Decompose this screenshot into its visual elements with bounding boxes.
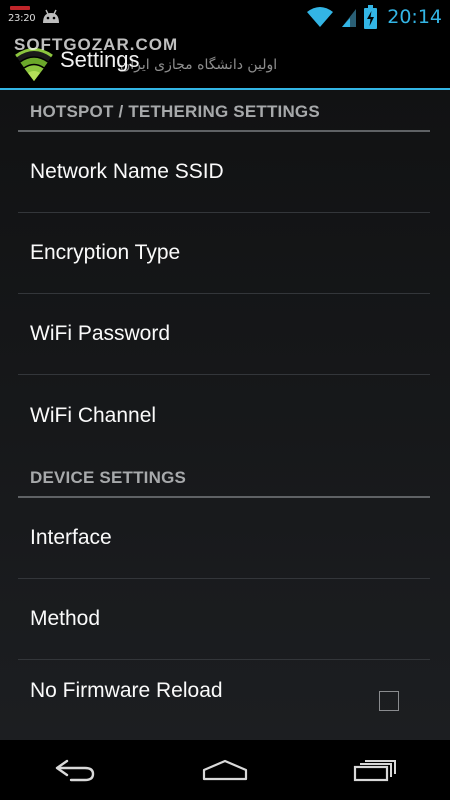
back-button[interactable] — [35, 740, 115, 800]
section-header-label: DEVICE SETTINGS — [30, 468, 187, 487]
pref-network-name-ssid[interactable]: Network Name SSID — [18, 132, 430, 213]
watermark-subtitle: اولین دانشگاه مجازی ایران — [120, 57, 278, 73]
page-title: Settings — [60, 47, 140, 72]
pref-label: WiFi Channel — [30, 403, 157, 427]
no-firmware-reload-checkbox[interactable] — [379, 691, 399, 711]
notification-time: 23:20 — [8, 13, 36, 24]
status-bar-left: 23:20 — [8, 4, 62, 28]
pref-label: Encryption Type — [30, 241, 181, 264]
signal-icon — [342, 9, 357, 27]
back-icon — [55, 759, 95, 782]
pref-wifi-password[interactable]: WiFi Password — [18, 294, 430, 375]
android-icon — [43, 9, 59, 23]
pref-label: Method — [30, 607, 101, 630]
pref-interface[interactable]: Interface — [18, 498, 430, 579]
pref-method[interactable]: Method — [18, 579, 430, 660]
notification-icon: 23:20 — [8, 4, 36, 28]
section-header-device: DEVICE SETTINGS — [18, 456, 430, 498]
pref-label: WiFi Password — [30, 322, 171, 345]
recent-apps-button[interactable] — [335, 740, 415, 800]
section-header-label: HOTSPOT / TETHERING SETTINGS — [30, 102, 320, 121]
status-bar-right: 20:14 — [306, 2, 442, 32]
home-button[interactable] — [185, 740, 265, 800]
pref-no-firmware-reload[interactable]: No Firmware Reload — [18, 660, 430, 741]
clock: 20:14 — [387, 6, 442, 28]
pref-encryption-type[interactable]: Encryption Type — [18, 213, 430, 294]
pref-wifi-channel[interactable]: WiFi Channel — [18, 375, 430, 456]
navigation-bar — [0, 740, 450, 800]
status-bar: 23:20 20:14 — [0, 0, 450, 33]
action-bar: SOFTGOZAR.COM اولین دانشگاه مجازی ایران … — [0, 33, 450, 90]
pref-label: No Firmware Reload — [30, 679, 223, 702]
home-icon — [202, 759, 248, 781]
battery-charging-icon — [364, 5, 378, 29]
recent-apps-icon — [353, 760, 396, 782]
pref-label: Interface — [30, 526, 112, 549]
settings-list: HOTSPOT / TETHERING SETTINGS Network Nam… — [0, 90, 450, 740]
section-header-hotspot: HOTSPOT / TETHERING SETTINGS — [18, 90, 430, 132]
pref-label: Network Name SSID — [30, 160, 224, 183]
wifi-icon — [307, 7, 334, 27]
